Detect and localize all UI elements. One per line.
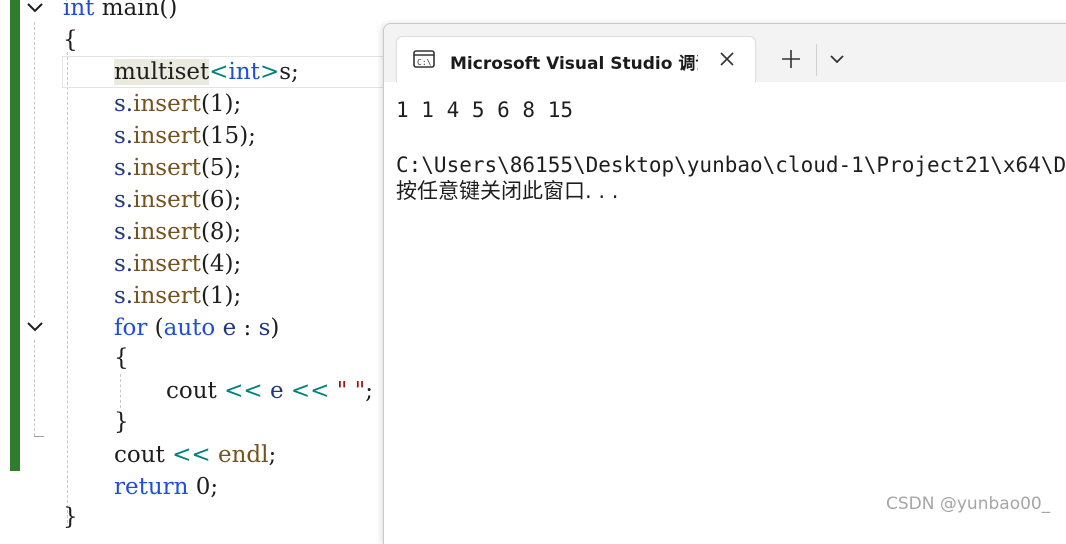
code-line-main: int main(): [63, 0, 177, 24]
program-output: 1 1 4 5 6 8 15: [396, 98, 574, 122]
code-line-insert: s.insert(1);: [114, 280, 241, 312]
method: insert: [133, 251, 201, 277]
semicolon: ;: [365, 378, 373, 404]
console-tab[interactable]: C:\ Microsoft Visual Studio 调试控制台: [396, 36, 756, 82]
cout: cout: [114, 442, 165, 468]
brace: }: [114, 409, 129, 435]
fold-end-marker: [34, 436, 44, 437]
method: insert: [133, 187, 201, 213]
chevron-down-icon[interactable]: [828, 50, 846, 68]
args: (1);: [200, 91, 242, 117]
paren: ): [270, 315, 280, 341]
object: s.: [114, 187, 134, 213]
code-line-insert: s.insert(8);: [114, 216, 241, 248]
code-line-cout: cout << e << " ";: [166, 375, 373, 407]
terminal-tab-strip: C:\ Microsoft Visual Studio 调试控制台: [384, 24, 1066, 82]
watermark: CSDN @yunbao00_: [886, 494, 1051, 514]
keyword-return: return: [114, 474, 189, 500]
fold-chevron-icon[interactable]: [24, 316, 46, 338]
code-line-inner-open: {: [114, 342, 129, 374]
keyword-auto: auto: [163, 315, 216, 341]
args: (6);: [200, 187, 242, 213]
stream-operator: <<: [164, 442, 218, 468]
object: s.: [114, 283, 134, 309]
var-e: e: [269, 378, 284, 404]
args: (15);: [200, 123, 256, 149]
object: s.: [114, 251, 134, 277]
code-line-close-brace: }: [63, 501, 78, 533]
method: insert: [133, 123, 201, 149]
object: s.: [114, 155, 134, 181]
divider: [816, 44, 817, 76]
code-line-insert: s.insert(5);: [114, 152, 241, 184]
change-tracking-bar: [10, 0, 20, 471]
code-line-endl: cout << endl;: [114, 439, 276, 471]
indent-guide: [120, 374, 121, 408]
keyword: int: [63, 0, 95, 21]
outline-guide: [34, 22, 35, 318]
object: s.: [114, 123, 134, 149]
keyword-int: int: [228, 59, 260, 85]
new-tab-plus-icon[interactable]: [778, 46, 804, 72]
args: (5);: [200, 155, 242, 181]
code-line-insert: s.insert(1);: [114, 88, 241, 120]
object: s.: [114, 91, 134, 117]
terminal-icon: C:\: [413, 50, 435, 68]
indent-guide: [67, 52, 68, 523]
exit-path: C:\Users\86155\Desktop\yunbao\cloud-1\Pr…: [396, 153, 1066, 177]
debug-console-window[interactable]: C:\ Microsoft Visual Studio 调试控制台 1 1 4 …: [383, 23, 1066, 544]
brace: {: [63, 27, 78, 53]
code-line-inner-close: }: [114, 406, 129, 438]
type-multiset: multiset: [114, 59, 210, 85]
method: insert: [133, 219, 201, 245]
keyword-for: for: [114, 315, 148, 341]
close-prompt: 按任意键关闭此窗口. . .: [396, 179, 619, 203]
return-value: 0;: [188, 474, 219, 500]
method: insert: [133, 283, 201, 309]
outline-guide: [34, 340, 35, 436]
fold-chevron-icon[interactable]: [24, 0, 46, 19]
method: insert: [133, 91, 201, 117]
function-name: main(): [101, 0, 178, 21]
args: (1);: [200, 283, 242, 309]
paren: (: [147, 315, 164, 341]
string-literal: " ": [336, 378, 366, 404]
semicolon: ;: [268, 442, 277, 468]
args: (4);: [200, 251, 242, 277]
var-e: e: [215, 315, 237, 341]
code-line-declaration: multiset<int>s;: [114, 56, 299, 88]
stream-operator: <<: [283, 378, 337, 404]
colon: :: [236, 315, 259, 341]
code-line-return: return 0;: [114, 471, 218, 503]
code-line-insert: s.insert(4);: [114, 248, 241, 280]
endl: endl: [217, 442, 269, 468]
var-s: s: [258, 315, 271, 341]
tab-title: Microsoft Visual Studio 调试控制台: [450, 54, 698, 74]
svg-text:C:\: C:\: [417, 58, 432, 67]
var-s: s;: [279, 59, 299, 85]
angle-open: <: [209, 59, 229, 85]
angle-close: >: [259, 59, 280, 85]
stream-operator: <<: [216, 378, 270, 404]
code-line-insert: s.insert(15);: [114, 120, 256, 152]
cout: cout: [166, 378, 217, 404]
brace: {: [114, 345, 129, 371]
method: insert: [133, 155, 201, 181]
object: s.: [114, 219, 134, 245]
args: (8);: [200, 219, 242, 245]
code-line-open-brace: {: [63, 24, 78, 56]
close-icon[interactable]: [715, 47, 739, 71]
code-line-insert: s.insert(6);: [114, 184, 241, 216]
code-line-for: for (auto e : s): [114, 312, 279, 344]
brace: }: [63, 504, 78, 530]
